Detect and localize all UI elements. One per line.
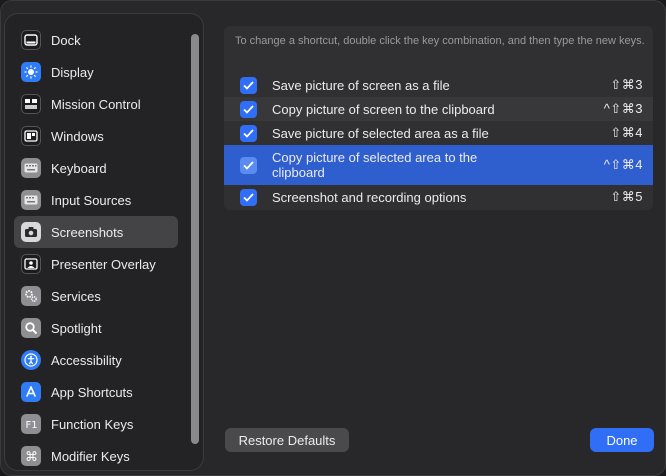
sidebar-item-label: Display [51,64,94,80]
gear-icon [21,286,41,306]
sidebar-item-label: Modifier Keys [51,448,130,464]
sidebar-item-label: Presenter Overlay [51,256,156,272]
sidebar-item-label: Services [51,288,101,304]
shortcut-hint-text: To change a shortcut, double click the k… [235,35,645,47]
sidebar-item-label: Spotlight [51,320,102,336]
shortcut-label: Save picture of selected area as a file [272,125,489,141]
sidebar-item-display[interactable]: Display [14,56,178,88]
sidebar-scroll-thumb[interactable] [191,34,199,444]
fn-key-icon: F1 [21,414,41,434]
sidebar-item-accessibility[interactable]: Accessibility [14,344,178,376]
done-button[interactable]: Done [590,428,654,452]
screenshot-icon [21,222,41,242]
checkmark-icon [243,80,254,90]
sidebar-item-function-keys[interactable]: F1 Function Keys [14,408,178,440]
shortcut-category-sidebar: Dock Display Mission Control Windows Key… [4,13,204,471]
shortcut-list: Save picture of screen as a file ⇧⌘3 Cop… [224,73,653,209]
shortcut-label: Copy picture of screen to the clipboard [272,101,495,117]
shortcut-keys[interactable]: ^⇧⌘4 [604,157,643,173]
presenter-overlay-icon [21,254,41,274]
shortcut-checkbox[interactable] [240,156,257,174]
checkmark-icon [243,104,254,114]
input-sources-icon [21,190,41,210]
sidebar-item-app-shortcuts[interactable]: App Shortcuts [14,376,178,408]
sidebar-item-label: App Shortcuts [51,384,133,400]
keyboard-icon [21,158,41,178]
accessibility-icon [21,350,41,370]
shortcut-label: Save picture of screen as a file [272,77,450,93]
shortcut-checkbox[interactable] [240,100,257,118]
sidebar-item-label: Mission Control [51,96,141,112]
dock-icon [21,30,41,50]
windows-icon [21,126,41,146]
sidebar-item-screenshots[interactable]: Screenshots [14,216,178,248]
shortcut-row-recording-options[interactable]: Screenshot and recording options ⇧⌘5 [224,185,653,209]
shortcut-checkbox[interactable] [240,76,257,94]
shortcut-row-save-area[interactable]: Save picture of selected area as a file … [224,121,653,145]
sidebar-item-label: Input Sources [51,192,132,208]
sidebar-item-services[interactable]: Services [14,280,178,312]
command-key-icon: ⌘ [21,446,41,466]
checkmark-icon [243,160,254,170]
shortcut-keys[interactable]: ^⇧⌘3 [604,101,643,117]
shortcut-label: Screenshot and recording options [272,189,467,205]
shortcut-keys[interactable]: ⇧⌘3 [610,77,643,93]
sidebar-item-label: Windows [51,128,104,144]
category-list: Dock Display Mission Control Windows Key… [14,24,178,470]
sidebar-item-input-sources[interactable]: Input Sources [14,184,178,216]
magnifier-icon [21,318,41,338]
shortcut-checkbox[interactable] [240,188,257,206]
sidebar-item-windows[interactable]: Windows [14,120,178,152]
shortcut-keys[interactable]: ⇧⌘5 [610,189,643,205]
checkmark-icon [243,192,254,202]
sidebar-item-keyboard[interactable]: Keyboard [14,152,178,184]
sidebar-scrollbar[interactable] [191,34,199,444]
app-store-icon [21,382,41,402]
svg-text:F1: F1 [26,420,38,430]
mission-control-icon [21,94,41,114]
shortcut-checkbox[interactable] [240,124,257,142]
sidebar-item-label: Function Keys [51,416,134,432]
sidebar-item-modifier-keys[interactable]: ⌘ Modifier Keys [14,440,178,470]
restore-defaults-button[interactable]: Restore Defaults [225,428,349,452]
sidebar-item-presenter-overlay[interactable]: Presenter Overlay [14,248,178,280]
display-icon [21,62,41,82]
svg-text:⌘: ⌘ [25,450,38,463]
sidebar-item-label: Accessibility [51,352,122,368]
shortcut-keys[interactable]: ⇧⌘4 [610,125,643,141]
keyboard-shortcuts-window: Dock Display Mission Control Windows Key… [0,0,666,476]
shortcut-row-save-screen[interactable]: Save picture of screen as a file ⇧⌘3 [224,73,653,97]
sidebar-item-label: Screenshots [51,224,124,240]
shortcut-row-copy-area[interactable]: Copy picture of selected area to the cli… [224,145,653,185]
sidebar-item-label: Keyboard [51,160,107,176]
shortcut-label: Copy picture of selected area to the cli… [272,150,478,180]
shortcut-row-copy-screen[interactable]: Copy picture of screen to the clipboard … [224,97,653,121]
sidebar-item-label: Dock [51,32,81,48]
sidebar-item-mission-control[interactable]: Mission Control [14,88,178,120]
checkmark-icon [243,128,254,138]
sidebar-item-spotlight[interactable]: Spotlight [14,312,178,344]
sidebar-item-dock[interactable]: Dock [14,24,178,56]
